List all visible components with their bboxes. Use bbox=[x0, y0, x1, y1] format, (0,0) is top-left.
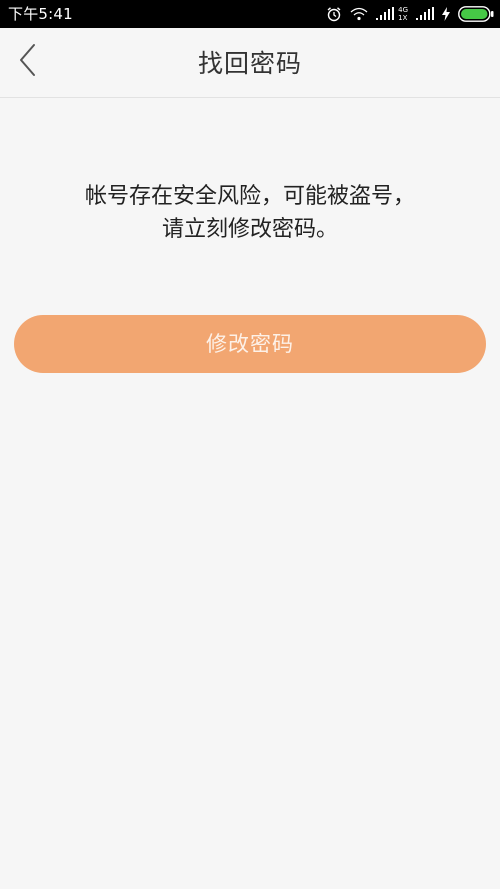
status-icons: 4G 1X bbox=[326, 4, 494, 24]
signal-icon-secondary bbox=[416, 7, 434, 21]
status-bar: 下午5:41 4G 1X bbox=[0, 0, 500, 28]
network-type-bottom: 1X bbox=[398, 14, 408, 22]
status-time: 下午5:41 bbox=[8, 5, 73, 23]
change-password-button[interactable]: 修改密码 bbox=[14, 315, 486, 373]
nav-bar: 找回密码 bbox=[0, 28, 500, 98]
battery-icon bbox=[458, 6, 494, 22]
charging-icon bbox=[442, 7, 450, 21]
network-type-label: 4G 1X bbox=[398, 6, 408, 22]
network-type-top: 4G bbox=[398, 6, 408, 14]
signal-icon bbox=[376, 7, 395, 21]
wifi-icon bbox=[350, 7, 368, 21]
security-warning-text: 帐号存在安全风险，可能被盗号，请立刻修改密码。 bbox=[84, 184, 415, 242]
page-title: 找回密码 bbox=[197, 49, 302, 78]
alarm-icon bbox=[326, 6, 342, 22]
